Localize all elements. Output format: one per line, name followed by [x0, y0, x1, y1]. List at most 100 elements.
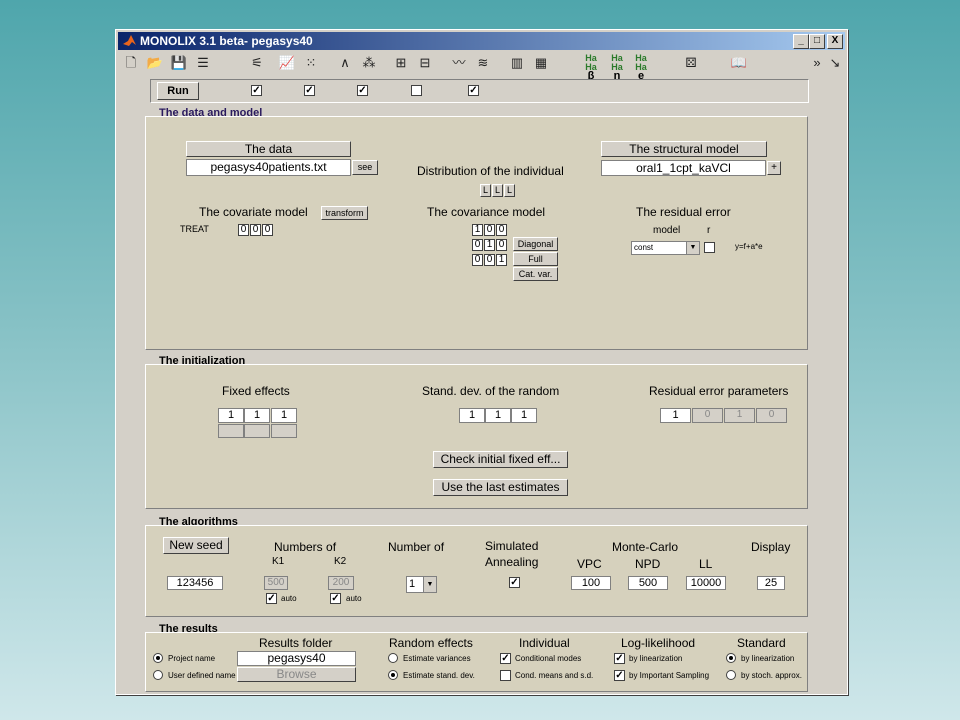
cov-cell[interactable]: 1: [496, 254, 507, 266]
use-last-estimates-button[interactable]: Use the last estimates: [433, 479, 568, 496]
window-title: MONOLIX 3.1 beta- pegasys40: [140, 34, 313, 48]
minimize-button[interactable]: _: [793, 34, 809, 49]
close-button[interactable]: X: [827, 34, 843, 49]
number-of-value: 1: [409, 578, 416, 590]
wave-a-icon[interactable]: 〰: [450, 54, 468, 72]
overflow-chevron-icon[interactable]: »: [808, 54, 826, 72]
properties-icon[interactable]: ☰: [194, 54, 212, 72]
full-button[interactable]: Full: [513, 252, 558, 266]
std-dev-field[interactable]: 1: [511, 408, 537, 423]
new-file-icon[interactable]: 🗋: [122, 54, 140, 72]
run-checkbox-1[interactable]: ✓: [251, 85, 262, 96]
fixed-effect-field[interactable]: 1: [218, 408, 244, 423]
results-folder-field[interactable]: pegasys40: [237, 651, 356, 666]
browse-button[interactable]: Browse: [237, 667, 356, 682]
ll-linearization-checkbox[interactable]: ✓: [614, 653, 625, 664]
book-icon[interactable]: 📖: [730, 54, 748, 72]
estimate-std-radio[interactable]: [388, 670, 398, 680]
dist-button-2[interactable]: L: [492, 184, 503, 197]
k1-auto-checkbox[interactable]: ✓: [266, 593, 277, 604]
fixed-effects-label: Fixed effects: [222, 384, 290, 398]
residual-model-select[interactable]: const ▼: [631, 241, 700, 255]
estimate-variances-label: Estimate variances: [403, 654, 471, 663]
fixed-effect-field[interactable]: 1: [271, 408, 297, 423]
run-checkbox-5[interactable]: ✓: [468, 85, 479, 96]
k2-auto-checkbox[interactable]: ✓: [330, 593, 341, 604]
transform-button[interactable]: transform: [321, 206, 368, 220]
dice-icon[interactable]: ⚄: [682, 54, 700, 72]
number-of-select[interactable]: 1 ▼: [406, 576, 437, 593]
covariate-model-label: The covariate model: [199, 205, 308, 219]
cov-cell[interactable]: 0: [484, 224, 495, 236]
param-eta-icon[interactable]: Ha Ha η: [608, 54, 626, 82]
plot-a-icon[interactable]: 📈: [278, 54, 296, 72]
treat-cell[interactable]: 0: [238, 224, 249, 236]
fixed-effect-field[interactable]: 1: [244, 408, 270, 423]
simulated-label: Simulated: [485, 539, 539, 553]
maximize-button[interactable]: □: [809, 34, 825, 49]
residual-param-field[interactable]: 1: [660, 408, 691, 423]
seed-field[interactable]: 123456: [167, 576, 223, 590]
corner-arrow-icon[interactable]: ↘: [826, 54, 844, 72]
cov-cell[interactable]: 0: [472, 254, 483, 266]
see-button[interactable]: see: [352, 160, 378, 175]
check-initial-button[interactable]: Check initial fixed eff...: [433, 451, 568, 468]
run-button[interactable]: Run: [157, 82, 199, 100]
plot-b-icon[interactable]: ⁙: [302, 54, 320, 72]
conditional-modes-checkbox[interactable]: ✓: [500, 653, 511, 664]
treat-cell[interactable]: 0: [250, 224, 261, 236]
npd-field[interactable]: 500: [628, 576, 668, 590]
distribution-label: Distribution of the individual: [417, 164, 564, 178]
run-checkbox-3[interactable]: ✓: [357, 85, 368, 96]
cov-cell[interactable]: 1: [484, 239, 495, 251]
settings-a-icon[interactable]: ⚟: [248, 54, 266, 72]
project-name-radio[interactable]: [153, 653, 163, 663]
treat-cell[interactable]: 0: [262, 224, 273, 236]
estimate-std-label: Estimate stand. dev.: [403, 671, 475, 680]
cat-var-button[interactable]: Cat. var.: [513, 267, 558, 281]
cov-cell[interactable]: 0: [496, 224, 507, 236]
ll-importance-sampling-checkbox[interactable]: ✓: [614, 670, 625, 681]
run-checkbox-4[interactable]: [411, 85, 422, 96]
data-file-field[interactable]: pegasys40patients.txt: [186, 159, 351, 176]
diagonal-button[interactable]: Diagonal: [513, 237, 558, 251]
annealing-checkbox[interactable]: ✓: [509, 577, 520, 588]
param-e-icon[interactable]: Ha Ha e: [632, 54, 650, 82]
tree-a-icon[interactable]: ⊞: [392, 54, 410, 72]
k2-label: K2: [334, 556, 347, 567]
structural-model-button[interactable]: The structural model: [601, 141, 767, 157]
individual-label: Individual: [519, 636, 570, 650]
new-seed-button[interactable]: New seed: [163, 537, 229, 554]
wave-b-icon[interactable]: ≋: [474, 54, 492, 72]
cov-cell[interactable]: 0: [472, 239, 483, 251]
cov-cell[interactable]: 0: [484, 254, 495, 266]
estimate-variances-radio[interactable]: [388, 653, 398, 663]
std-linearization-radio[interactable]: [726, 653, 736, 663]
param-beta-icon[interactable]: Ha Ha β: [582, 54, 600, 82]
ll-field[interactable]: 10000: [686, 576, 726, 590]
structural-model-field[interactable]: oral1_1cpt_kaVCl: [601, 160, 766, 176]
r-checkbox[interactable]: [704, 242, 715, 253]
dist-button-1[interactable]: L: [480, 184, 491, 197]
display-field[interactable]: 25: [757, 576, 785, 590]
add-model-button[interactable]: +: [767, 161, 781, 175]
user-defined-radio[interactable]: [153, 670, 163, 680]
std-dev-field[interactable]: 1: [459, 408, 485, 423]
tree-b-icon[interactable]: ⊟: [416, 54, 434, 72]
cov-cell[interactable]: 0: [496, 239, 507, 251]
k1-auto-label: auto: [281, 594, 297, 603]
run-checkbox-2[interactable]: ✓: [304, 85, 315, 96]
curve-b-icon[interactable]: ⁂: [360, 54, 378, 72]
std-stoch-radio[interactable]: [726, 670, 736, 680]
the-data-button[interactable]: The data: [186, 141, 351, 157]
std-dev-field[interactable]: 1: [485, 408, 511, 423]
save-icon[interactable]: 💾: [170, 54, 188, 72]
vpc-field[interactable]: 100: [571, 576, 611, 590]
curve-a-icon[interactable]: ∧: [336, 54, 354, 72]
bars-a-icon[interactable]: ▥: [508, 54, 526, 72]
cond-means-checkbox[interactable]: [500, 670, 511, 681]
open-folder-icon[interactable]: 📂: [146, 54, 164, 72]
cov-cell[interactable]: 1: [472, 224, 483, 236]
dist-button-3[interactable]: L: [504, 184, 515, 197]
bars-b-icon[interactable]: ▦: [532, 54, 550, 72]
